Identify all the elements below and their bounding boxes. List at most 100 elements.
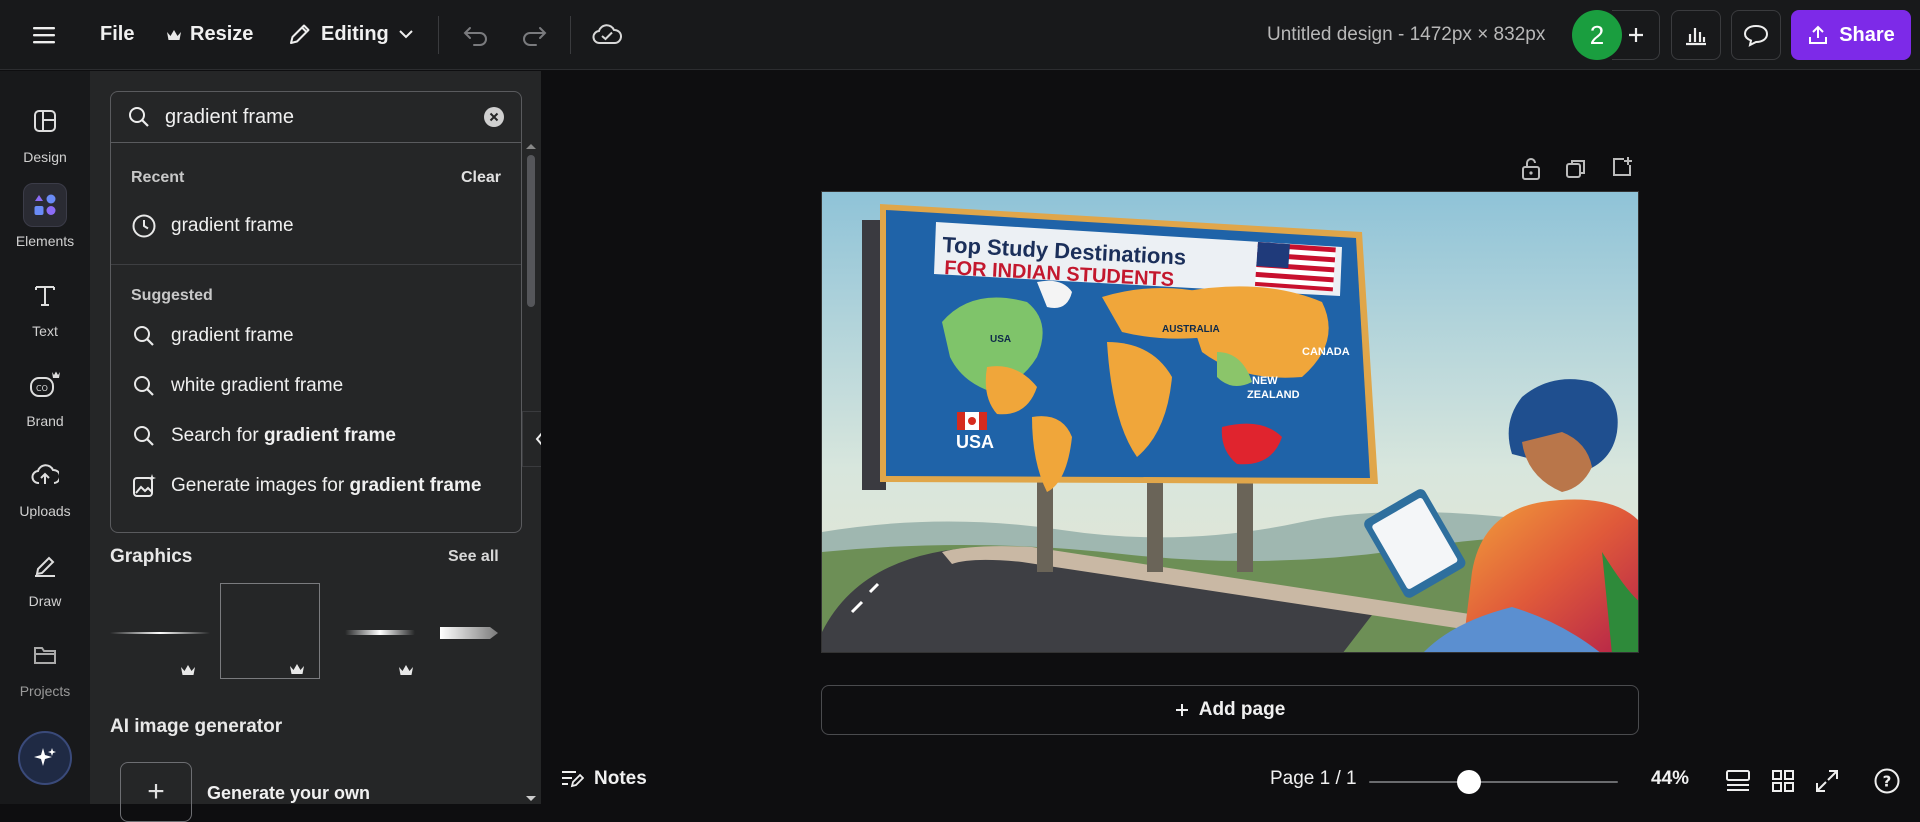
layout-icon	[23, 99, 67, 143]
avatar-initial: 2	[1589, 19, 1605, 50]
share-button[interactable]: Share	[1791, 10, 1911, 60]
rail-label-brand: Brand	[26, 413, 64, 429]
divider	[570, 16, 571, 54]
fullscreen-icon[interactable]	[1814, 768, 1840, 794]
rail-item-projects[interactable]: Projects	[0, 633, 90, 699]
svg-text:CO: CO	[36, 384, 48, 393]
insights-button[interactable]	[1671, 10, 1721, 60]
suggested-heading: Suggested	[131, 287, 213, 304]
panel-scrollbar[interactable]	[523, 139, 539, 804]
search-for-label: Search for gradient frame	[171, 425, 396, 447]
graphic-thumbnail[interactable]	[330, 583, 430, 683]
left-rail: Design Elements Text CO Brand Uploads Dr…	[0, 71, 90, 804]
map-label-usa: USA	[990, 334, 1011, 345]
comment-icon	[1743, 23, 1769, 47]
cloud-upload-icon	[23, 453, 67, 497]
billboard-post	[1237, 482, 1253, 572]
clock-icon	[131, 213, 157, 239]
plus-icon	[1626, 25, 1646, 45]
lock-icon[interactable]	[1519, 156, 1543, 182]
suggestion-item[interactable]: gradient frame	[131, 323, 294, 349]
graphic-thumbnail[interactable]	[110, 583, 210, 683]
notes-icon	[560, 769, 584, 789]
zoom-slider[interactable]	[1369, 770, 1618, 794]
recent-item-label: gradient frame	[171, 215, 294, 236]
search-for-term: gradient frame	[263, 425, 396, 446]
shapes-icon	[23, 183, 67, 227]
generate-term: gradient frame	[349, 475, 482, 496]
top-bar: File Resize Editing Untitled design - 14…	[0, 0, 1920, 70]
rail-item-design[interactable]: Design	[0, 99, 90, 165]
divider	[438, 16, 439, 54]
page-view-icon[interactable]	[1724, 768, 1752, 794]
crown-icon	[166, 28, 182, 42]
rail-label-projects: Projects	[19, 683, 71, 699]
page-indicator[interactable]: Page 1 / 1	[1270, 768, 1357, 790]
chevron-down-icon	[397, 28, 415, 40]
resize-button[interactable]: Resize	[166, 23, 253, 46]
duplicate-page-icon[interactable]	[1564, 157, 1588, 181]
search-input[interactable]: gradient frame	[110, 91, 522, 143]
map-badge-usa: USA	[956, 432, 994, 452]
crown-icon	[398, 663, 414, 677]
hamburger-icon[interactable]	[22, 14, 66, 56]
rail-item-uploads[interactable]: Uploads	[0, 453, 90, 519]
search-value[interactable]: gradient frame	[165, 106, 469, 129]
graphic-thumbnail[interactable]	[440, 583, 502, 683]
clear-recent-button[interactable]: Clear	[461, 169, 501, 187]
zoom-slider-track	[1369, 781, 1618, 783]
rail-label-design: Design	[23, 149, 67, 165]
editing-mode-dropdown[interactable]: Editing	[287, 21, 415, 47]
rail-item-brand[interactable]: CO Brand	[0, 363, 90, 429]
magic-sparkle-button[interactable]	[18, 731, 72, 785]
elements-panel: gradient frame Recent Clear gradient fra…	[90, 71, 541, 822]
billboard-post	[1147, 482, 1163, 572]
clear-search-icon[interactable]	[483, 106, 505, 128]
svg-text:?: ?	[1883, 773, 1892, 791]
share-upload-icon	[1807, 24, 1829, 46]
brand-icon: CO	[23, 363, 67, 407]
rail-item-text[interactable]: Text	[0, 273, 90, 339]
map-label-canada: CANADA	[1302, 346, 1350, 358]
undo-icon[interactable]	[454, 14, 498, 56]
search-for-item[interactable]: Search for gradient frame	[131, 423, 396, 449]
see-all-link[interactable]: See all	[448, 548, 499, 566]
canada-flag	[957, 412, 987, 430]
map-label-zealand: ZEALAND	[1247, 389, 1300, 401]
recent-item[interactable]: gradient frame	[131, 213, 294, 239]
document-title[interactable]: Untitled design - 1472px × 832px	[1267, 24, 1545, 46]
sparkle-icon	[32, 745, 58, 771]
help-icon[interactable]: ?	[1873, 767, 1901, 795]
graphic-thumbnail[interactable]	[220, 583, 320, 679]
notes-button[interactable]: Notes	[560, 768, 647, 790]
generate-own-label[interactable]: Generate your own	[207, 783, 370, 804]
design-page[interactable]: Top Study Destinations FOR INDIAN STUDEN…	[821, 191, 1639, 653]
invite-button[interactable]	[1612, 10, 1660, 60]
bar-chart-icon	[1684, 24, 1708, 46]
graphics-heading: Graphics	[110, 546, 193, 567]
zoom-slider-thumb[interactable]	[1457, 770, 1482, 794]
generate-own-button[interactable]: +	[120, 762, 192, 822]
generate-images-item[interactable]: Generate images for gradient frame	[131, 473, 481, 499]
us-flag	[1254, 241, 1336, 292]
resize-label: Resize	[190, 23, 254, 45]
scrollbar-thumb[interactable]	[527, 155, 535, 307]
zoom-level-text: 44%	[1651, 768, 1690, 789]
image-sparkle-icon	[131, 473, 157, 499]
add-page-button[interactable]: Add page	[821, 685, 1639, 735]
document-title-text: Untitled design - 1472px × 832px	[1267, 24, 1546, 45]
comments-button[interactable]	[1731, 10, 1781, 60]
rail-item-draw[interactable]: Draw	[0, 543, 90, 609]
rail-item-elements[interactable]: Elements	[0, 183, 90, 249]
bottom-bar: Notes Page 1 / 1 44% ?	[541, 760, 1920, 804]
suggestion-item[interactable]: white gradient frame	[131, 373, 343, 399]
ai-generator-heading: AI image generator	[110, 716, 283, 737]
zoom-level[interactable]: 44%	[1651, 768, 1689, 790]
rail-label-text: Text	[32, 323, 58, 339]
cloud-saved-icon[interactable]	[585, 14, 629, 56]
grid-view-icon[interactable]	[1770, 768, 1796, 794]
add-page-icon[interactable]	[1610, 155, 1634, 179]
redo-icon[interactable]	[512, 14, 556, 56]
generate-label: Generate images for gradient frame	[171, 475, 481, 497]
file-menu[interactable]: File	[100, 23, 134, 46]
